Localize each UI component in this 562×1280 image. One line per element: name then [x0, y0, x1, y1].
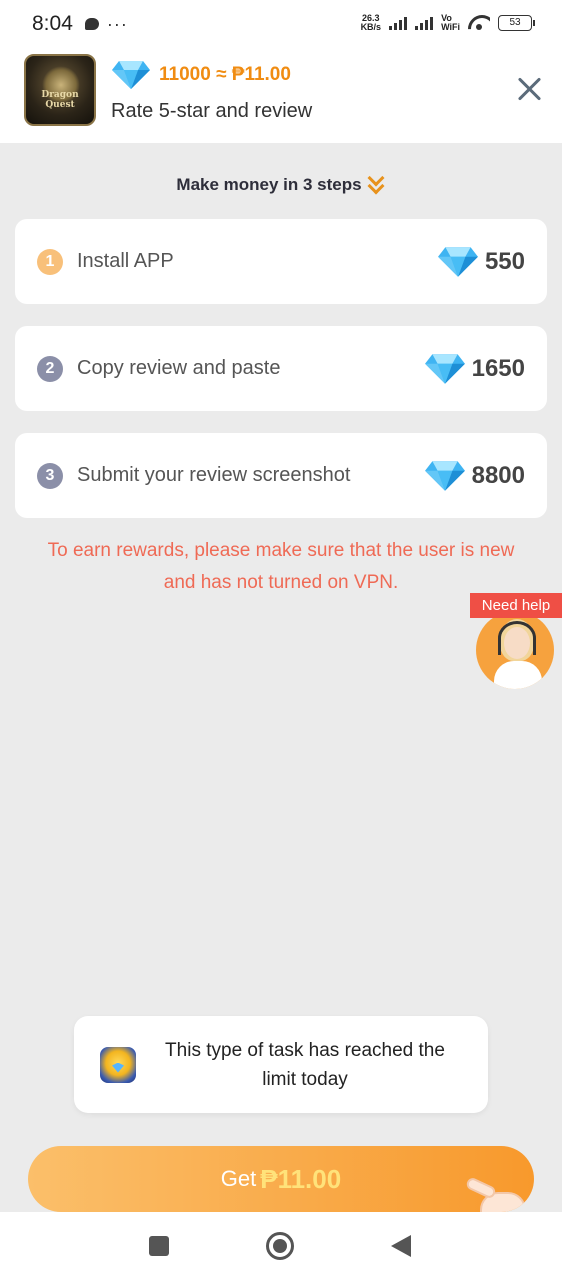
status-icons: 26.3 KB/s Vo WiFi 53 — [360, 13, 535, 32]
recent-apps-icon[interactable] — [149, 1236, 169, 1256]
step-reward: 550 — [437, 246, 525, 278]
step-reward-value: 8800 — [471, 461, 525, 489]
app-logo-text: Dragon Quest — [41, 90, 79, 110]
pointing-hand-icon — [464, 1176, 526, 1212]
step-reward: 8800 — [424, 460, 525, 492]
diamond-icon — [424, 353, 466, 385]
battery-icon: 53 — [498, 15, 535, 31]
step-reward-value: 1650 — [471, 354, 525, 382]
limit-toast: This type of task has reached the limit … — [74, 1016, 488, 1113]
diamond-icon — [424, 460, 466, 492]
diamond-icon — [111, 60, 151, 90]
support-agent-avatar[interactable] — [476, 611, 554, 689]
step-number-badge: 2 — [37, 355, 63, 382]
step-card-submit-screenshot: 3 Submit your review screenshot 8800 — [15, 433, 547, 518]
reward-notice: To earn rewards, please make sure that t… — [47, 540, 515, 593]
signal-icon — [389, 16, 408, 30]
toast-message: This type of task has reached the limit … — [165, 1039, 445, 1090]
app-icon — [100, 1046, 136, 1083]
step-label: Submit your review screenshot — [77, 464, 351, 486]
step-card-copy-review: 2 Copy review and paste 1650 — [15, 326, 547, 411]
task-header: Dragon Quest 11000 ≈ ₱11.00 Rate 5-star … — [0, 48, 562, 143]
step-card-install: 1 Install APP 550 — [15, 219, 547, 304]
chat-bubble-icon — [84, 18, 99, 30]
get-reward-button[interactable]: Get ₱11.00 — [28, 1146, 534, 1212]
signal-icon — [415, 16, 434, 30]
network-speed: 26.3 KB/s — [360, 13, 382, 32]
step-reward-value: 550 — [484, 247, 525, 275]
step-number-badge: 1 — [37, 248, 63, 275]
task-title: Rate 5-star and review — [111, 100, 313, 122]
vowifi-indicator: Vo WiFi — [441, 13, 460, 32]
steps-heading-text: Make money in 3 steps — [176, 175, 362, 194]
status-time: 8:04 — [32, 12, 73, 35]
double-chevron-down-icon — [367, 169, 386, 196]
step-label: Install APP — [77, 250, 174, 272]
status-bar: 8:04 ··· 26.3 KB/s Vo WiFi 53 — [0, 0, 562, 48]
headset-icon — [498, 621, 536, 655]
need-help-label[interactable]: Need help — [470, 593, 562, 618]
diamond-icon — [437, 246, 479, 278]
header-reward: 11000 ≈ ₱11.00 — [111, 60, 291, 90]
header-reward-text: 11000 ≈ ₱11.00 — [159, 64, 291, 85]
step-reward: 1650 — [424, 353, 525, 385]
steps-heading: Make money in 3 steps — [0, 169, 562, 196]
system-nav-bar — [0, 1212, 562, 1280]
get-button-amount: ₱11.00 — [260, 1163, 342, 1194]
back-icon[interactable] — [391, 1235, 411, 1257]
wifi-icon — [468, 15, 490, 31]
app-logo: Dragon Quest — [24, 54, 96, 126]
more-notifications-icon: ··· — [106, 13, 128, 34]
need-help-button[interactable]: Need help — [470, 593, 562, 693]
step-label: Copy review and paste — [77, 357, 281, 379]
get-button-prefix: Get — [220, 1166, 257, 1191]
home-icon[interactable] — [266, 1232, 294, 1260]
step-number-badge: 3 — [37, 462, 63, 489]
close-icon[interactable] — [516, 76, 542, 102]
